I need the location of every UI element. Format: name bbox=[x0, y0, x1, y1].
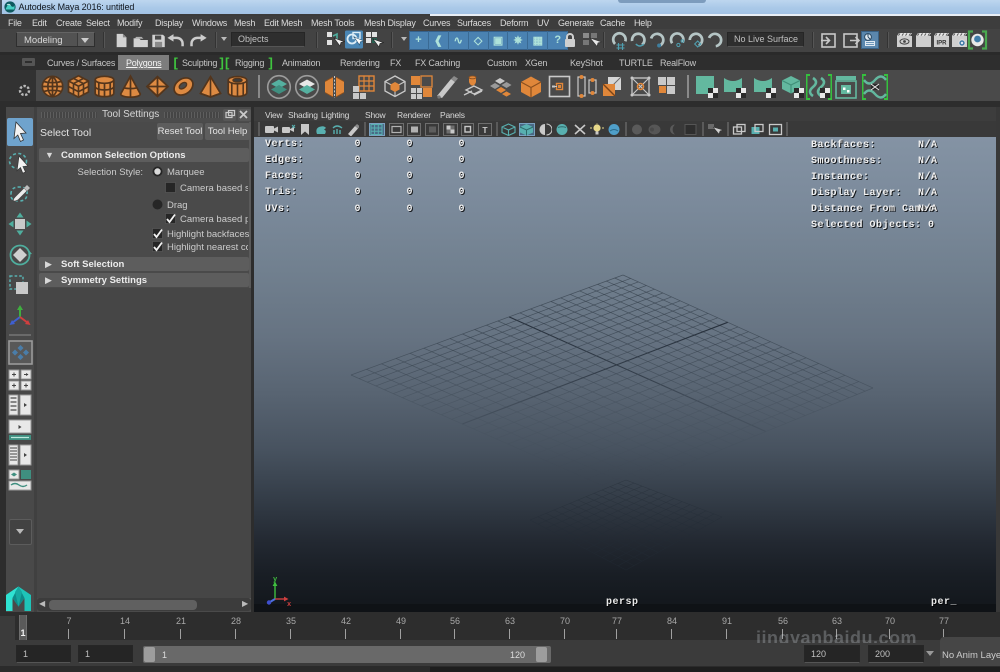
svg-text:y: y bbox=[273, 576, 278, 584]
svg-text:T: T bbox=[482, 125, 488, 135]
svg-text:IPR: IPR bbox=[936, 41, 947, 47]
svg-text:x: x bbox=[287, 601, 292, 607]
